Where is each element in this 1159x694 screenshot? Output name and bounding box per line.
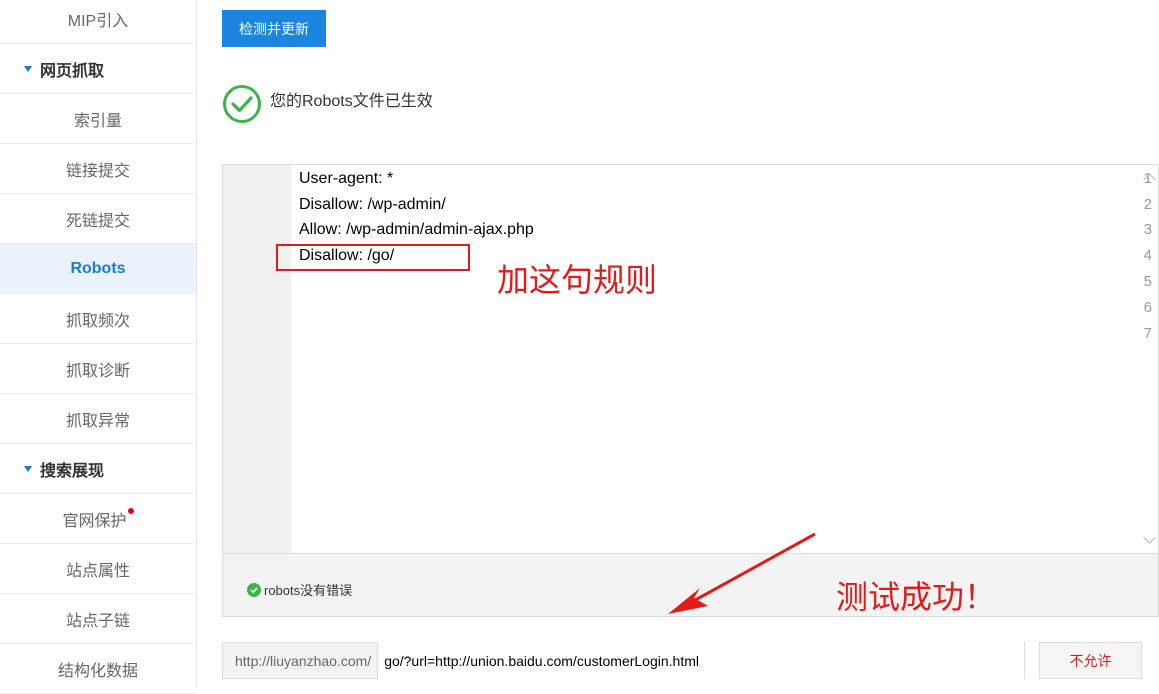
- sidebar-item-site-attributes[interactable]: 站点属性: [0, 544, 196, 594]
- robots-ok-text: robots没有错误: [264, 583, 353, 598]
- url-prefix: http://liuyanzhao.com/: [223, 643, 379, 678]
- line-number: 2: [1143, 196, 1152, 213]
- sidebar-item-robots[interactable]: Robots: [0, 244, 196, 294]
- sidebar-item-mip[interactable]: MIP引入: [0, 0, 196, 44]
- url-path-input[interactable]: [378, 642, 1024, 679]
- disallow-button[interactable]: 不允许: [1039, 642, 1142, 679]
- code-line: Allow: /wp-admin/admin-ajax.php: [299, 221, 534, 238]
- highlight-box: [276, 244, 470, 271]
- line-number: 3: [1143, 221, 1152, 238]
- sidebar-group-search[interactable]: 搜索展现: [0, 444, 196, 494]
- robots-status: 您的Robots文件已生效: [222, 84, 433, 124]
- code-line: Disallow: /wp-admin/: [299, 196, 446, 213]
- sidebar-group-label: 网页抓取: [40, 60, 105, 80]
- line-number: 7: [1143, 325, 1152, 342]
- robots-editor[interactable]: 1 2 3 4 5 6 7 User-agent: * Disallow: /w…: [222, 164, 1159, 554]
- sidebar-item-structured-data[interactable]: 结构化数据: [0, 644, 196, 694]
- check-update-button[interactable]: 检测并更新: [222, 10, 326, 47]
- sidebar-item-crawl-diagnosis[interactable]: 抓取诊断: [0, 344, 196, 394]
- sidebar: MIP引入 网页抓取 索引量 链接提交 死链提交 Robots 抓取频次 抓取诊…: [0, 0, 197, 694]
- check-circle-icon: [247, 582, 261, 597]
- line-number: 6: [1143, 299, 1152, 316]
- sidebar-item-sitelinks[interactable]: 站点子链: [0, 594, 196, 644]
- line-number-gutter: [223, 165, 291, 553]
- sidebar-group-label: 搜索展现: [40, 460, 105, 480]
- annotation-arrow-icon: [668, 532, 816, 614]
- scroll-down-icon[interactable]: [1143, 531, 1156, 544]
- line-number: 5: [1143, 273, 1152, 290]
- status-text: 您的Robots文件已生效: [270, 93, 433, 110]
- annotation-test-success: 测试成功！: [836, 578, 997, 616]
- notification-dot-icon: [127, 507, 134, 514]
- caret-down-icon: [24, 65, 32, 72]
- sidebar-item-crawl-frequency[interactable]: 抓取频次: [0, 294, 196, 344]
- sidebar-group-crawl[interactable]: 网页抓取: [0, 44, 196, 94]
- success-check-icon: [223, 85, 261, 123]
- sidebar-item-crawl-errors[interactable]: 抓取异常: [0, 394, 196, 444]
- line-number: 4: [1143, 247, 1152, 264]
- sidebar-item-label: 官网保护: [62, 510, 127, 530]
- sidebar-item-official-protect[interactable]: 官网保护: [0, 494, 196, 544]
- annotation-add-rule: 加这句规则: [497, 261, 658, 299]
- code-line: User-agent: *: [299, 170, 394, 187]
- sidebar-item-index[interactable]: 索引量: [0, 94, 196, 144]
- robots-ok-status: robots没有错误: [247, 580, 352, 599]
- sidebar-item-deadlink[interactable]: 死链提交: [0, 194, 196, 244]
- url-test-row: http://liuyanzhao.com/: [222, 642, 1025, 679]
- caret-down-icon: [24, 465, 32, 472]
- sidebar-item-link-submit[interactable]: 链接提交: [0, 144, 196, 194]
